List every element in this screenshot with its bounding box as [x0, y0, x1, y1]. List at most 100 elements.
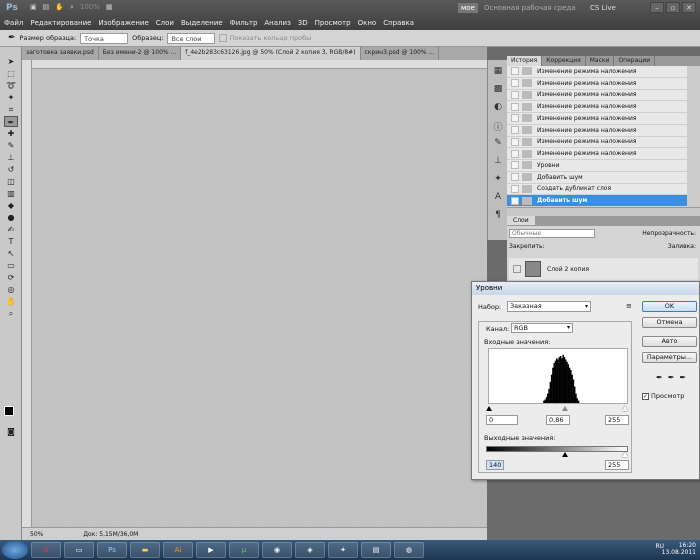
history-source-box[interactable]	[511, 184, 519, 193]
menu-layers[interactable]: Слои	[156, 19, 174, 27]
history-source-box[interactable]	[511, 173, 519, 182]
history-source-box[interactable]	[511, 67, 519, 76]
marquee-tool-icon[interactable]: ⬚	[4, 68, 18, 79]
layer-row[interactable]: Слой 2 копия	[509, 258, 698, 280]
swatches-panel-icon[interactable]: ▩	[491, 84, 505, 96]
status-zoom[interactable]: 50%	[30, 531, 43, 538]
close-icon[interactable]: ✕	[682, 2, 696, 13]
tool-presets-icon[interactable]: ✦	[491, 174, 505, 186]
minimize-icon[interactable]: –	[650, 2, 664, 13]
history-source-box[interactable]	[511, 137, 519, 146]
tab-masks[interactable]: Маски	[586, 56, 615, 66]
menu-select[interactable]: Выделение	[181, 19, 223, 27]
options-button[interactable]: Параметры...	[642, 352, 697, 363]
pen-tool-icon[interactable]: ✍	[4, 224, 18, 235]
character-panel-icon[interactable]: A	[491, 192, 505, 204]
eyedropper-tool-icon[interactable]: ✒	[4, 116, 18, 127]
gray-eyedropper-icon[interactable]: ✒	[668, 373, 675, 382]
history-brush-icon[interactable]: ↺	[4, 164, 18, 175]
workspace-button[interactable]: мое	[458, 3, 478, 13]
hand-tool-icon[interactable]: ✋	[4, 296, 18, 307]
quick-select-tool-icon[interactable]: ✦	[4, 92, 18, 103]
app-taskbar-icon[interactable]: ◍	[394, 542, 424, 558]
history-item[interactable]: Изменение режима наложения	[507, 66, 687, 78]
clone-panel-icon[interactable]: ⊥	[491, 156, 505, 168]
folder-taskbar-icon[interactable]: ▬	[130, 542, 160, 558]
history-source-box[interactable]	[511, 79, 519, 88]
history-item[interactable]: Изменение режима наложения	[507, 113, 687, 125]
history-item[interactable]: Создать дубликат слоя	[507, 184, 687, 196]
illustrator-taskbar-icon[interactable]: Ai	[163, 542, 193, 558]
menu-image[interactable]: Изображение	[98, 19, 148, 27]
eraser-tool-icon[interactable]: ◫	[4, 176, 18, 187]
crop-tool-icon[interactable]: ⌗	[4, 104, 18, 115]
blur-tool-icon[interactable]: ◆	[4, 200, 18, 211]
photoshop-taskbar-icon[interactable]: Ps	[97, 542, 127, 558]
input-gamma-field[interactable]: 0,86	[546, 415, 570, 425]
tab-document[interactable]: скрин3.psd @ 100% ...	[361, 47, 440, 60]
minibridge-icon[interactable]: ▤	[43, 3, 50, 12]
output-white-handle[interactable]	[622, 452, 628, 457]
auto-button[interactable]: Авто	[642, 336, 697, 347]
menu-window[interactable]: Окно	[358, 19, 377, 27]
history-item[interactable]: Добавить шум	[507, 172, 687, 184]
player-taskbar-icon[interactable]: ▶	[196, 542, 226, 558]
history-item[interactable]: Изменение режима наложения	[507, 78, 687, 90]
computer-taskbar-icon[interactable]: ▭	[64, 542, 94, 558]
app-taskbar-icon[interactable]: ✦	[328, 542, 358, 558]
input-gamma-handle[interactable]	[562, 406, 568, 411]
ok-button[interactable]: OK	[642, 301, 697, 312]
history-source-box[interactable]	[511, 149, 519, 158]
sample-size-select[interactable]: Точка	[80, 32, 129, 44]
app-taskbar-icon[interactable]: ◈	[295, 542, 325, 558]
app-taskbar-icon[interactable]: ◉	[262, 542, 292, 558]
tab-document-active[interactable]: f_4e2b283c63126.jpg @ 50% (Слой 2 копия …	[181, 47, 361, 60]
eyedropper-icon[interactable]: ✒	[8, 33, 16, 43]
lasso-tool-icon[interactable]: ➰	[4, 80, 18, 91]
history-source-box[interactable]	[511, 196, 519, 205]
sample-select[interactable]: Все слои	[167, 32, 216, 44]
history-item-selected[interactable]: Добавить шум	[507, 195, 687, 207]
type-tool-icon[interactable]: T	[4, 236, 18, 247]
3d-orbit-icon[interactable]: ◎	[4, 284, 18, 295]
menu-help[interactable]: Справка	[383, 19, 414, 27]
bridge-icon[interactable]: ▣	[30, 3, 37, 12]
tab-document[interactable]: заготовка заявки.psd	[22, 47, 99, 60]
tab-actions[interactable]: Операции	[614, 56, 656, 66]
zoom-tool-icon[interactable]: ⌕	[4, 308, 18, 319]
zoom-icon[interactable]: ⌕	[70, 3, 74, 12]
menu-analysis[interactable]: Анализ	[264, 19, 290, 27]
history-source-box[interactable]	[511, 114, 519, 123]
maximize-icon[interactable]: ▫	[666, 2, 680, 13]
history-item[interactable]: Изменение режима наложения	[507, 125, 687, 137]
history-source-box[interactable]	[511, 90, 519, 99]
3d-rotate-icon[interactable]: ⟳	[4, 272, 18, 283]
menu-view[interactable]: Просмотр	[315, 19, 351, 27]
brush-panel-icon[interactable]: ✎	[491, 138, 505, 150]
tab-adjustments[interactable]: Коррекция	[542, 56, 586, 66]
torrent-taskbar-icon[interactable]: µ	[229, 542, 259, 558]
dodge-tool-icon[interactable]: ●	[4, 212, 18, 223]
color-panel-icon[interactable]: ▦	[491, 66, 505, 78]
history-source-box[interactable]	[511, 102, 519, 111]
start-button[interactable]	[2, 541, 28, 559]
foreground-color-swatch[interactable]	[4, 406, 14, 416]
quick-mask-icon[interactable]: ◙	[4, 426, 18, 437]
move-tool-icon[interactable]: ➤	[4, 56, 18, 67]
history-item[interactable]: Изменение режима наложения	[507, 137, 687, 149]
arrange-icon[interactable]: ▦	[106, 3, 113, 12]
menu-edit[interactable]: Редактирование	[30, 19, 91, 27]
white-eyedropper-icon[interactable]: ✒	[679, 373, 686, 382]
opera-taskbar-icon[interactable]: O	[31, 542, 61, 558]
eye-icon[interactable]	[513, 265, 521, 273]
preset-menu-icon[interactable]: ≡	[626, 302, 632, 310]
shape-tool-icon[interactable]: ▭	[4, 260, 18, 271]
blend-mode-select[interactable]: Обычные	[509, 228, 595, 238]
input-black-handle[interactable]	[486, 406, 492, 411]
tab-document[interactable]: Без имени-2 @ 100% ...	[99, 47, 182, 60]
black-eyedropper-icon[interactable]: ✒	[656, 373, 663, 382]
hand-icon[interactable]: ✋	[55, 3, 64, 12]
input-white-field[interactable]: 255	[605, 415, 629, 425]
menu-filter[interactable]: Фильтр	[230, 19, 258, 27]
preview-checkbox[interactable]: ✓ Просмотр	[642, 392, 684, 400]
